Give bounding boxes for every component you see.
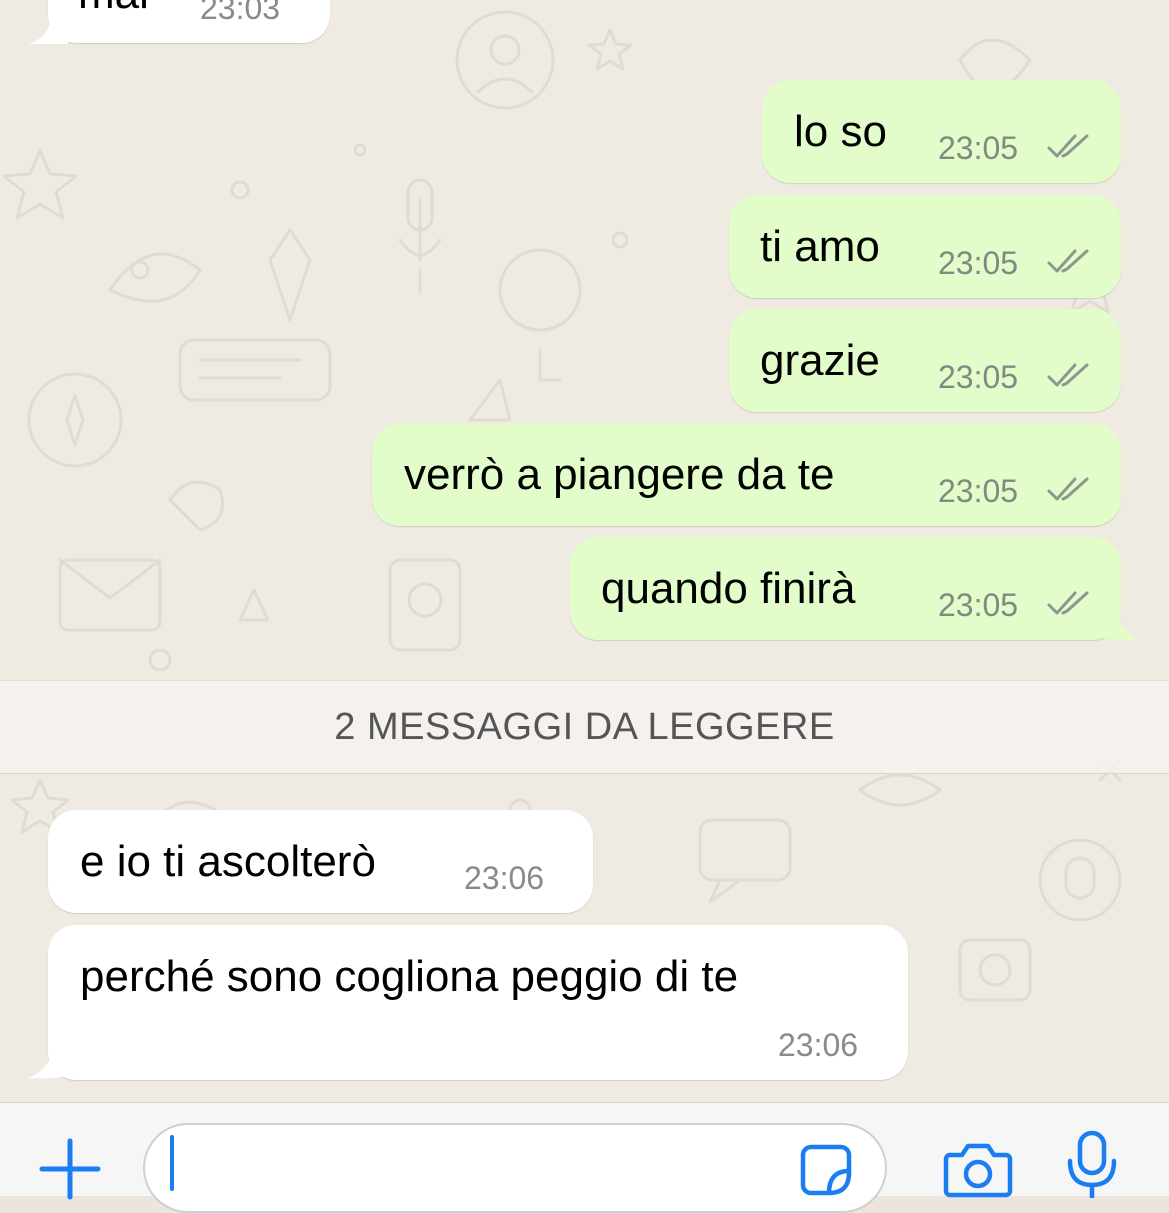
- message-bubble-outgoing[interactable]: verrò a piangere da te 23:05: [372, 423, 1121, 526]
- bubble-tail: [1096, 608, 1140, 641]
- read-ticks-icon: [1047, 134, 1089, 158]
- read-ticks-icon: [1047, 249, 1089, 273]
- bubble-tail: [28, 18, 68, 44]
- plus-icon[interactable]: [38, 1137, 102, 1201]
- read-ticks-icon: [1047, 477, 1089, 501]
- message-bubble-outgoing[interactable]: lo so 23:05: [762, 80, 1121, 183]
- message-text: quando finirà: [601, 564, 856, 613]
- microphone-icon[interactable]: [1064, 1129, 1120, 1198]
- message-time: 23:03: [200, 0, 281, 26]
- camera-icon[interactable]: [942, 1139, 1014, 1199]
- chat-area[interactable]: mai 23:03 lo so 23:05 ti amo 23:05 grazi…: [0, 0, 1169, 1102]
- unread-messages-label: 2 MESSAGGI DA LEGGERE: [334, 706, 835, 748]
- message-time: 23:05: [938, 245, 1019, 281]
- bubble-tail: [28, 1046, 74, 1079]
- message-bubble-outgoing[interactable]: ti amo 23:05: [729, 195, 1121, 298]
- message-time: 23:06: [778, 1027, 859, 1063]
- sticker-icon[interactable]: [797, 1141, 855, 1199]
- message-input[interactable]: [143, 1123, 887, 1213]
- unread-messages-banner: 2 MESSAGGI DA LEGGERE: [0, 680, 1169, 774]
- read-ticks-icon: [1047, 363, 1089, 387]
- text-caret: [170, 1135, 174, 1191]
- message-bubble-incoming[interactable]: mai 23:03: [48, 0, 330, 43]
- message-text: verrò a piangere da te: [404, 450, 835, 499]
- message-bubble-incoming[interactable]: e io ti ascolterò 23:06: [48, 810, 593, 913]
- message-text: lo so: [794, 107, 887, 156]
- message-bubble-outgoing[interactable]: grazie 23:05: [729, 309, 1121, 412]
- message-text: grazie: [760, 336, 880, 385]
- message-text: e io ti ascolterò: [80, 837, 376, 886]
- message-time: 23:06: [464, 860, 545, 896]
- message-text: mai: [78, 0, 149, 16]
- message-time: 23:05: [938, 473, 1019, 509]
- message-text: ti amo: [760, 222, 880, 271]
- message-time: 23:05: [938, 359, 1019, 395]
- message-bubble-outgoing[interactable]: quando finirà 23:05: [570, 537, 1121, 640]
- message-text: perché sono cogliona peggio di te: [80, 952, 739, 1001]
- message-time: 23:05: [938, 130, 1019, 166]
- read-ticks-icon: [1047, 591, 1089, 615]
- message-composer: [0, 1102, 1169, 1213]
- message-bubble-incoming[interactable]: perché sono cogliona peggio di te 23:06: [48, 925, 908, 1080]
- message-time: 23:05: [938, 587, 1019, 623]
